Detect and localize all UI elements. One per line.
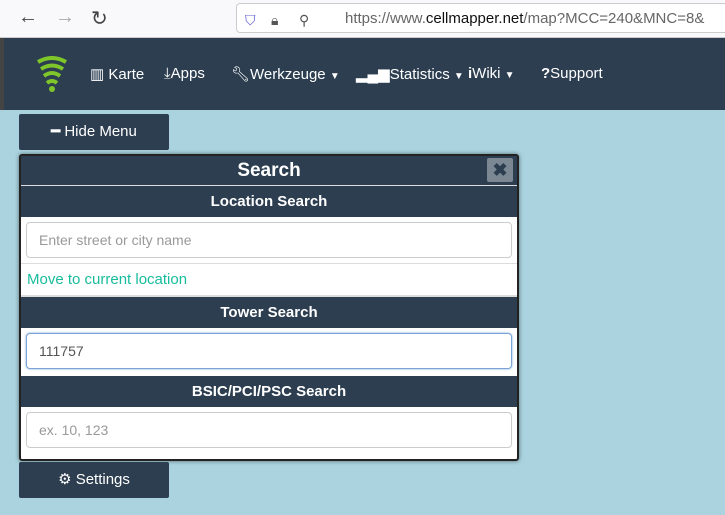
wrench-icon: 🔧︎ xyxy=(231,66,251,83)
gear-icon: ⚙ xyxy=(58,471,72,488)
caret-down-icon: ▼ xyxy=(453,71,464,82)
reload-icon[interactable]: ↻ xyxy=(91,6,108,31)
nav-karte[interactable]: ▥ Karte xyxy=(90,65,144,83)
tower-search-header: Tower Search xyxy=(21,297,517,328)
bsic-search-input[interactable] xyxy=(26,412,512,448)
nav-label: Wiki xyxy=(472,65,501,82)
url-prefix: https://www. xyxy=(345,10,426,27)
nav-label: Werkzeuge xyxy=(250,66,326,83)
nav-support[interactable]: ?Support xyxy=(541,65,603,82)
settings-label: Settings xyxy=(75,471,130,488)
tower-search-input[interactable] xyxy=(26,333,512,369)
forward-icon[interactable]: → xyxy=(55,6,75,29)
nav-label: Apps xyxy=(170,65,205,82)
url-domain: cellmapper.net xyxy=(425,10,524,27)
nav-label: Support xyxy=(550,65,603,82)
download-icon: ⤓ xyxy=(164,65,171,82)
caret-down-icon: ▼ xyxy=(504,70,515,81)
url-bar[interactable]: ⛉ 🔒︎ ⚲ https://www.cellmapper.net/map?MC… xyxy=(236,3,725,33)
hide-menu-label: Hide Menu xyxy=(64,123,137,140)
nav-werkzeuge[interactable]: 🔧︎Werkzeuge ▼ xyxy=(231,65,340,83)
signal-icon: ▂▄▆ xyxy=(356,66,390,83)
navbar: ▥ Karte ⤓Apps 🔧︎Werkzeuge ▼ ▂▄▆Statistic… xyxy=(0,38,725,110)
settings-button[interactable]: ⚙ Settings xyxy=(19,462,169,498)
map-icon: ▥ xyxy=(90,66,105,83)
question-icon: ? xyxy=(541,65,551,82)
caret-down-icon: ▼ xyxy=(329,71,340,82)
nav-label: Statistics xyxy=(389,66,450,83)
nav-label: Karte xyxy=(108,66,145,83)
permissions-icon: ⚲ xyxy=(299,12,310,28)
back-icon[interactable]: ← xyxy=(18,6,38,29)
panel-header: Search ✖ xyxy=(21,156,517,186)
nav-apps[interactable]: ⤓Apps xyxy=(164,65,205,82)
shield-icon: ⛉ xyxy=(245,12,256,28)
url-path: /map?MCC=240&MNC=8& xyxy=(523,10,705,27)
search-panel: Search ✖ Location Search Move to current … xyxy=(19,154,519,461)
minus-icon: ━ xyxy=(51,123,61,140)
cellmapper-logo[interactable] xyxy=(37,56,67,94)
browser-toolbar: ← → ↻ ⛉ 🔒︎ ⚲ https://www.cellmapper.net/… xyxy=(0,0,725,38)
bsic-search-header: BSIC/PCI/PSC Search xyxy=(21,376,517,407)
close-icon[interactable]: ✖ xyxy=(487,158,513,182)
lock-icon: 🔒︎ xyxy=(271,12,279,28)
move-to-current-location-link[interactable]: Move to current location xyxy=(21,264,517,297)
location-search-input[interactable] xyxy=(26,222,512,258)
panel-title: Search xyxy=(237,160,301,181)
nav-statistics[interactable]: ▂▄▆Statistics ▼ xyxy=(356,65,464,83)
nav-wiki[interactable]: iWiki ▼ xyxy=(468,65,515,82)
location-search-header: Location Search xyxy=(21,186,517,217)
hide-menu-button[interactable]: ━ Hide Menu xyxy=(19,114,169,150)
